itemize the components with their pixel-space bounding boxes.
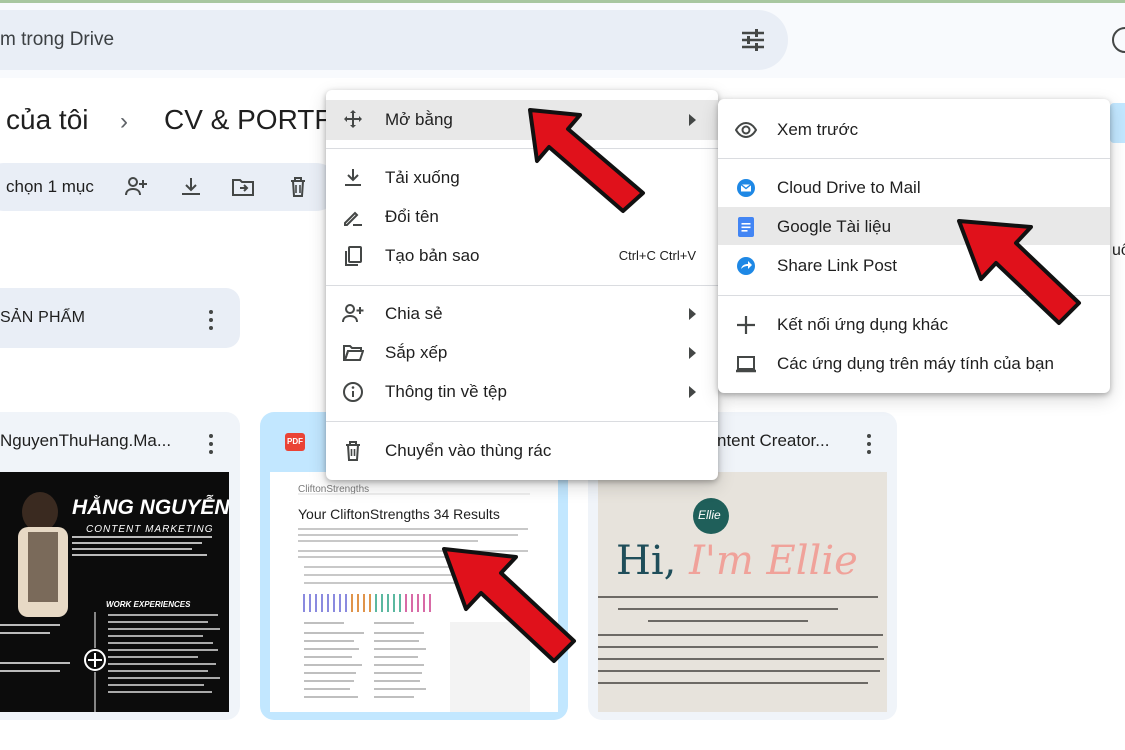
- menu-divider: [326, 285, 718, 286]
- help-icon[interactable]: [1112, 27, 1125, 53]
- download-icon: [345, 169, 361, 186]
- file-thumbnail: Ellie Hi, I'm Ellie: [598, 472, 887, 712]
- move-folder-icon[interactable]: [231, 176, 255, 198]
- red-arrow-annotation: [957, 219, 1081, 325]
- file-more-icon[interactable]: [866, 434, 872, 454]
- selection-count: chọn 1 mục: [6, 177, 94, 196]
- share-person-icon[interactable]: [124, 176, 148, 198]
- share-person-icon: [342, 304, 364, 323]
- laptop-icon: [736, 356, 756, 373]
- breadcrumb-separator: ›: [120, 108, 128, 135]
- menu-item-open-with[interactable]: Mở bằng: [326, 100, 718, 140]
- resume-heading: HẰNG NGUYỄN: [72, 496, 229, 519]
- chevron-right-icon: [689, 114, 696, 126]
- mail-app-icon: [737, 179, 755, 197]
- download-icon[interactable]: [179, 176, 203, 198]
- chevron-right-icon: [689, 308, 696, 320]
- top-accent-line: [0, 0, 1125, 3]
- chevron-right-icon: [689, 347, 696, 359]
- search-bar[interactable]: m trong Drive: [0, 10, 788, 70]
- menu-shortcut: Ctrl+C Ctrl+V: [618, 248, 696, 263]
- menu-item-move-to-trash[interactable]: Chuyển vào thùng rác: [326, 431, 718, 471]
- folder-more-icon[interactable]: [208, 310, 214, 330]
- pdf-icon: PDF: [285, 433, 305, 451]
- portfolio-preview-image: [598, 498, 884, 684]
- partial-button[interactable]: [1110, 103, 1125, 143]
- trash-icon: [346, 441, 360, 461]
- menu-divider: [718, 158, 1110, 159]
- file-more-icon[interactable]: [208, 434, 214, 454]
- submenu-item-cloud-drive-to-mail[interactable]: Cloud Drive to Mail: [718, 168, 1110, 206]
- breadcrumb-current[interactable]: CV & PORTF: [164, 104, 332, 136]
- file-thumbnail: HẰNG NGUYỄN CONTENT MARKETING WORK EXPER…: [0, 472, 229, 712]
- share-link-app-icon: [737, 257, 755, 275]
- menu-item-rename[interactable]: Đổi tên: [326, 197, 718, 237]
- red-arrow-annotation: [528, 108, 645, 213]
- copy-icon: [345, 246, 362, 266]
- menu-item-download[interactable]: Tải xuống: [326, 158, 718, 198]
- info-icon: [343, 382, 363, 402]
- folder-open-icon: [343, 345, 364, 361]
- search-options-icon[interactable]: [740, 28, 766, 52]
- menu-item-share[interactable]: Chia sẻ: [326, 294, 718, 334]
- plus-icon: [737, 316, 755, 334]
- menu-item-make-copy[interactable]: Tạo bản sao Ctrl+C Ctrl+V: [326, 236, 718, 276]
- chevron-right-icon: [689, 386, 696, 398]
- eye-icon: [735, 121, 757, 139]
- breadcrumb-parent[interactable]: của tôi: [6, 104, 89, 136]
- menu-item-file-info[interactable]: Thông tin về tệp: [326, 372, 718, 412]
- menu-divider: [326, 148, 718, 149]
- portfolio-logo: Ellie: [698, 508, 721, 522]
- pencil-icon: [344, 211, 362, 226]
- partial-text: uố: [1112, 242, 1125, 259]
- file-card-title: NguyenThuHang.Ma...: [0, 431, 172, 450]
- menu-item-organize[interactable]: Sắp xếp: [326, 333, 718, 373]
- context-menu: Mở bằng Tải xuống Đổi tên Tạo bản sao Ct…: [326, 90, 718, 480]
- trash-icon[interactable]: [286, 176, 310, 198]
- file-card-title: ntent Creator...: [717, 431, 830, 450]
- resume-section: WORK EXPERIENCES: [106, 600, 191, 609]
- resume-subheading: CONTENT MARKETING: [86, 524, 214, 535]
- portfolio-greeting: Hi, I'm Ellie: [616, 538, 858, 584]
- red-arrow-annotation: [442, 547, 576, 663]
- folder-name: SẢN PHẨM: [0, 309, 86, 326]
- menu-divider: [326, 421, 718, 422]
- search-placeholder: m trong Drive: [0, 29, 115, 50]
- submenu-item-preview[interactable]: Xem trước: [718, 110, 1110, 148]
- move-arrows-icon: [344, 110, 362, 128]
- submenu-item-desktop-apps[interactable]: Các ứng dụng trên máy tính của bạn: [718, 344, 1110, 382]
- google-docs-icon: [738, 217, 754, 237]
